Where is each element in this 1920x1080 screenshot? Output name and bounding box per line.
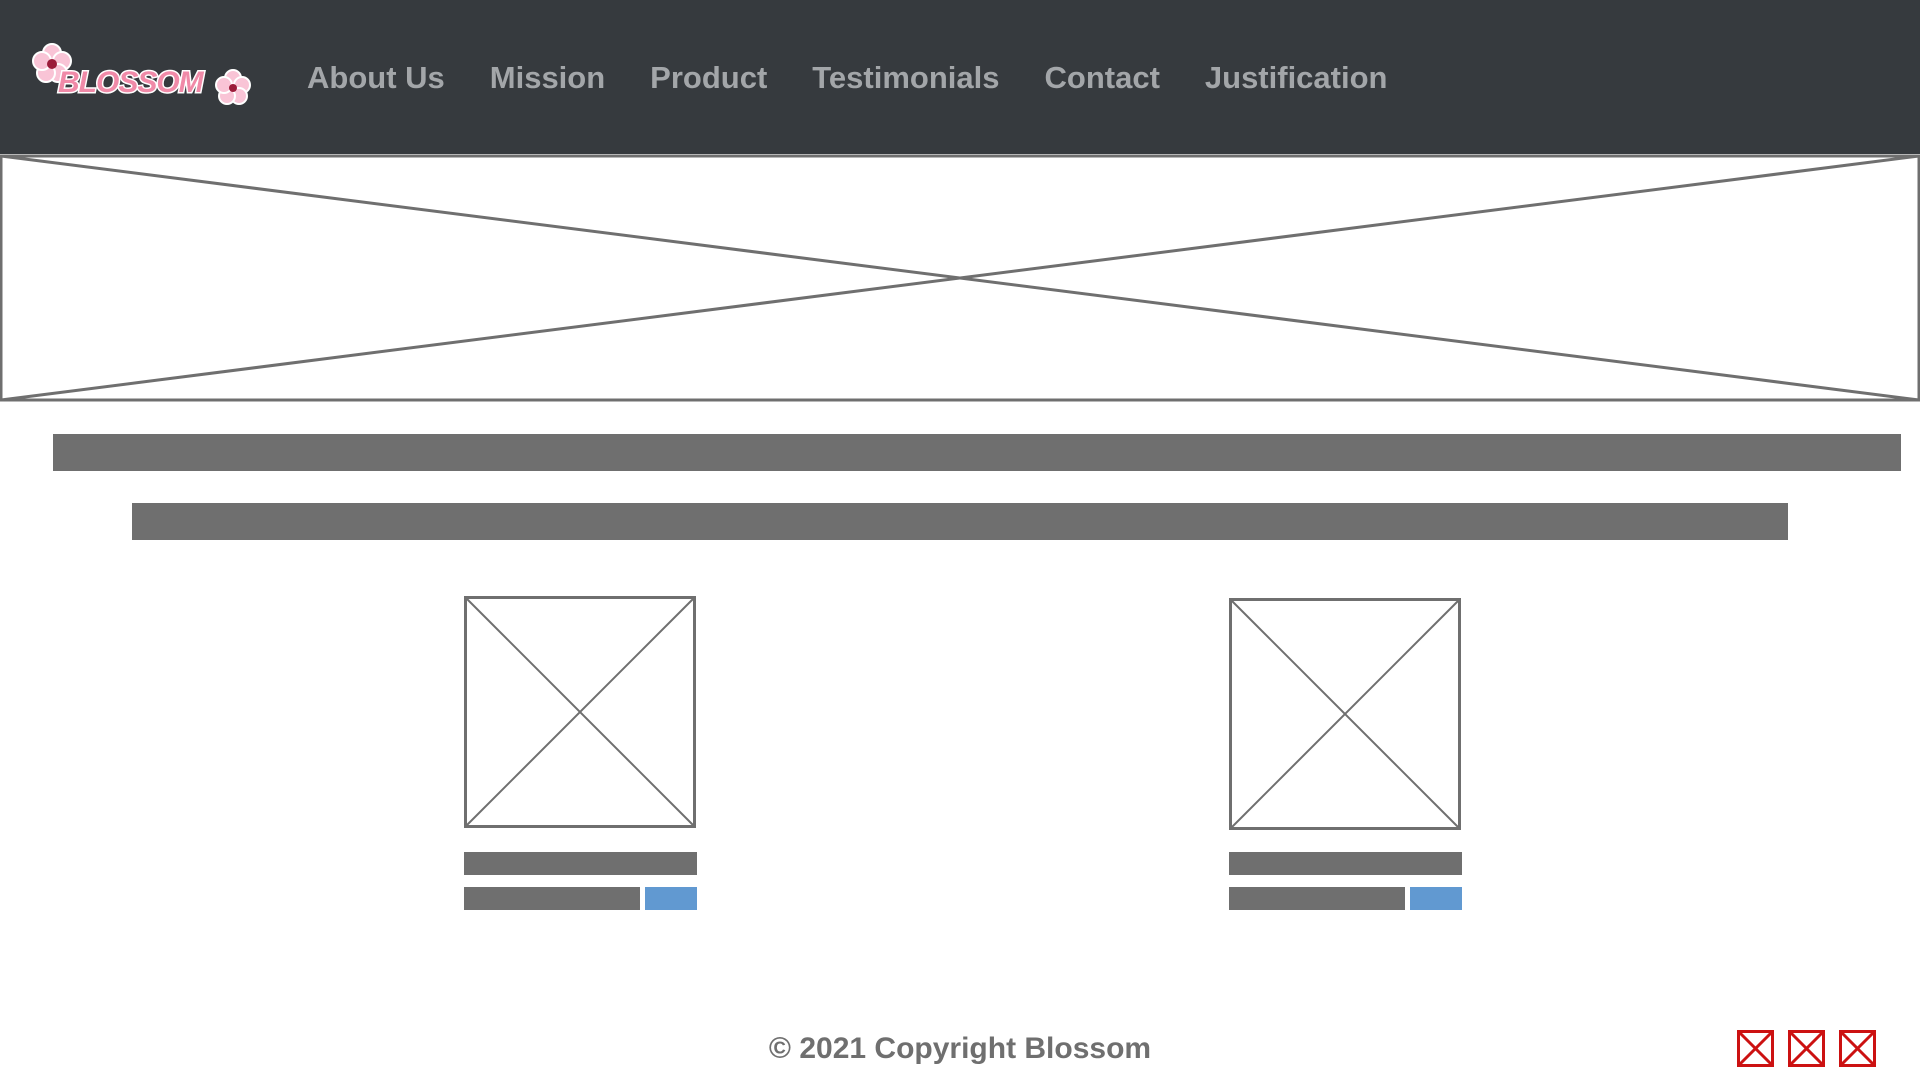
hero-image-placeholder	[0, 154, 1920, 402]
image-placeholder-icon	[1229, 598, 1461, 830]
subheading-text-placeholder	[132, 503, 1788, 540]
product-card	[464, 596, 699, 910]
product-title-placeholder	[464, 852, 697, 875]
nav-item-testimonials[interactable]: Testimonials	[812, 58, 999, 98]
product-title-placeholder	[1229, 852, 1462, 875]
product-card	[1229, 598, 1464, 910]
product-image-placeholder	[1229, 598, 1461, 830]
nav-item-about-us[interactable]: About Us	[307, 58, 445, 98]
nav-item-contact[interactable]: Contact	[1045, 58, 1160, 98]
blossom-logo[interactable]: BLOSSOM	[28, 42, 256, 114]
product-price-placeholder	[464, 887, 640, 910]
product-image-placeholder	[464, 596, 696, 828]
social-links	[1737, 1030, 1876, 1067]
social-link-icon[interactable]	[1788, 1030, 1825, 1067]
navbar: BLOSSOM About Us Mission Product Testimo…	[0, 0, 1920, 154]
social-link-icon[interactable]	[1737, 1030, 1774, 1067]
image-placeholder-icon	[464, 596, 696, 828]
flower-icon	[215, 69, 251, 105]
copyright-text: © 2021 Copyright Blossom	[768, 1032, 1152, 1065]
nav-item-justification[interactable]: Justification	[1205, 58, 1388, 98]
main-nav: About Us Mission Product Testimonials Co…	[307, 58, 1432, 98]
social-link-icon[interactable]	[1839, 1030, 1876, 1067]
product-price-placeholder	[1229, 887, 1405, 910]
buy-button[interactable]	[645, 887, 697, 910]
nav-item-mission[interactable]: Mission	[490, 58, 605, 98]
heading-text-placeholder	[53, 434, 1901, 471]
buy-button[interactable]	[1410, 887, 1462, 910]
svg-text:BLOSSOM: BLOSSOM	[58, 66, 205, 99]
image-placeholder-icon	[0, 154, 1920, 402]
nav-item-product[interactable]: Product	[650, 58, 767, 98]
